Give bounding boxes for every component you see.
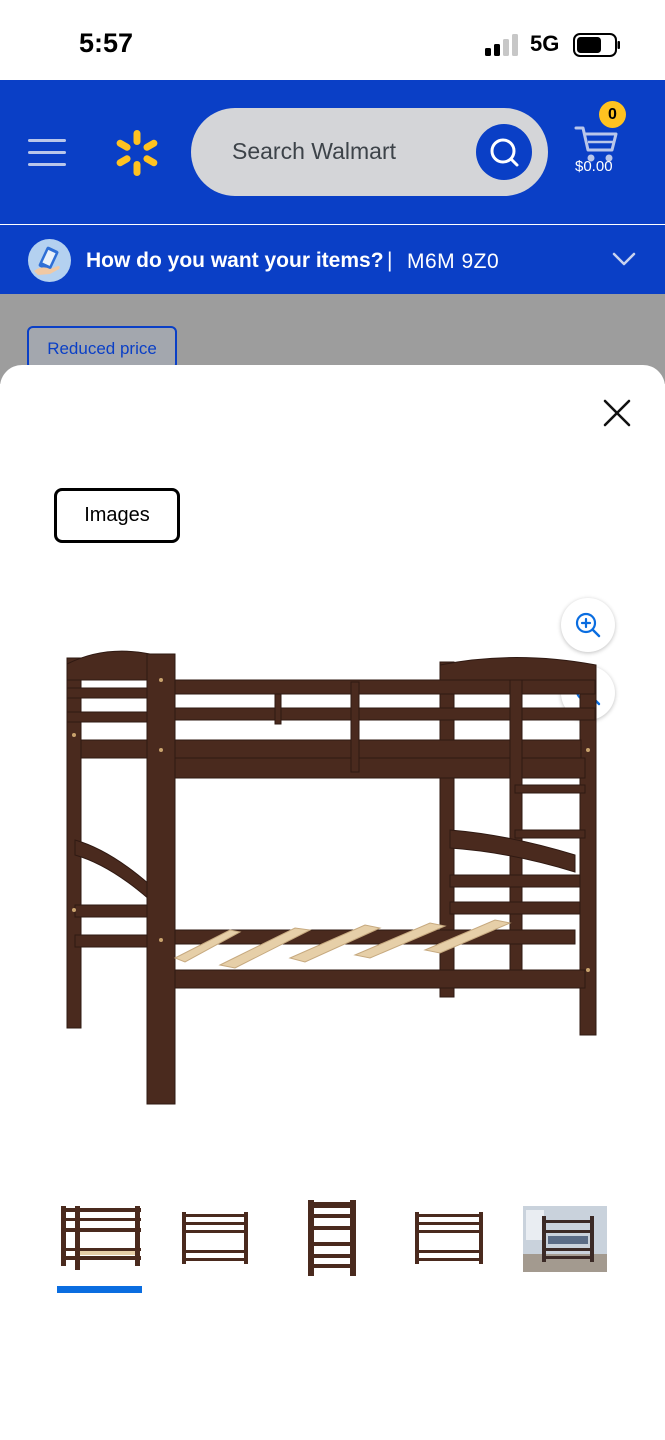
delivery-icon bbox=[28, 239, 71, 282]
search-input[interactable]: Search Walmart bbox=[191, 108, 548, 196]
search-button[interactable] bbox=[476, 124, 532, 180]
thumbnail-2[interactable] bbox=[172, 1198, 262, 1278]
thumbnail-3[interactable] bbox=[288, 1198, 378, 1278]
thumbnail-1[interactable] bbox=[55, 1198, 145, 1278]
close-icon[interactable] bbox=[603, 399, 631, 427]
status-bar: 5:57 5G bbox=[0, 0, 665, 80]
reduced-price-badge: Reduced price bbox=[27, 326, 177, 370]
battery-icon bbox=[573, 33, 620, 57]
thumbnail-selected-indicator bbox=[57, 1286, 142, 1293]
chevron-down-icon[interactable] bbox=[612, 250, 636, 268]
thumbnail-4[interactable] bbox=[405, 1198, 495, 1278]
network-type: 5G bbox=[530, 31, 560, 56]
product-image-bunk-bed[interactable] bbox=[55, 640, 605, 1110]
search-placeholder: Search Walmart bbox=[232, 138, 397, 164]
delivery-separator: | bbox=[387, 249, 393, 272]
signal-icon bbox=[485, 34, 518, 56]
search-icon bbox=[490, 138, 519, 167]
menu-icon[interactable] bbox=[28, 138, 68, 168]
cart-total: $0.00 bbox=[575, 158, 613, 175]
thumbnail-5[interactable] bbox=[520, 1198, 610, 1278]
status-time: 5:57 bbox=[79, 28, 134, 58]
zoom-in-icon bbox=[575, 612, 601, 638]
spark-logo-icon[interactable] bbox=[112, 128, 162, 178]
delivery-question: How do you want your items? bbox=[86, 249, 384, 272]
cart-count-badge: 0 bbox=[599, 101, 626, 128]
postal-code: M6M 9Z0 bbox=[407, 250, 500, 273]
tab-images[interactable]: Images bbox=[54, 488, 180, 543]
